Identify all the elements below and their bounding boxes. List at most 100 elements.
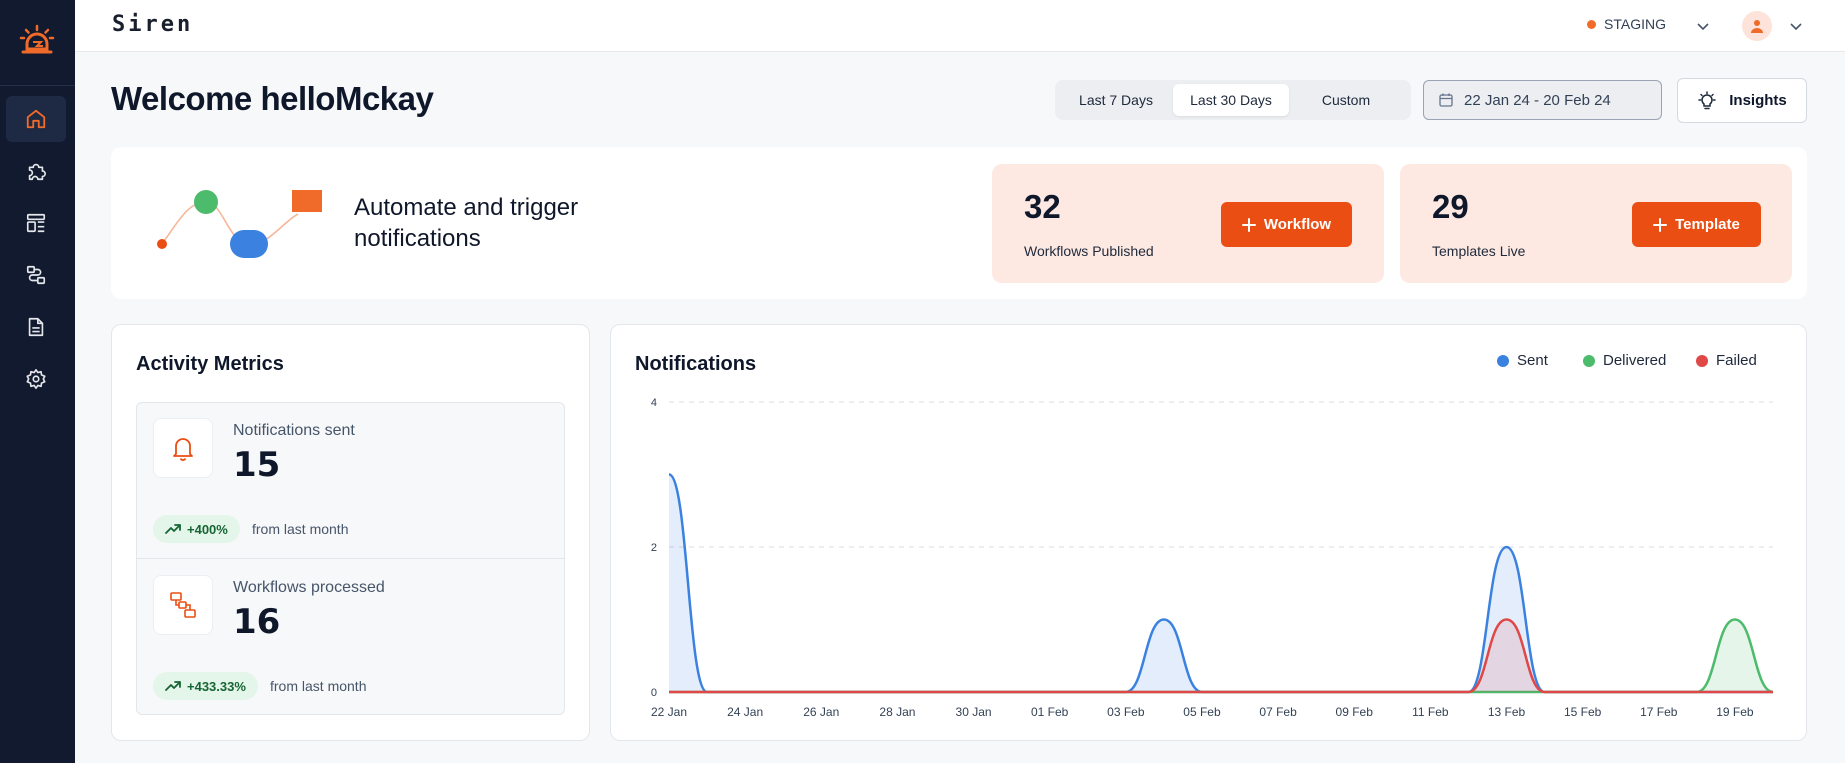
series-line-failed — [669, 618, 1773, 694]
sidebar-item-workflows[interactable] — [6, 252, 66, 298]
calendar-icon — [1439, 93, 1453, 107]
environment-selector[interactable]: STAGING — [1587, 16, 1666, 32]
workflow-icon — [170, 592, 196, 618]
metric-icon-box — [153, 418, 213, 478]
legend-label: Sent — [1517, 352, 1548, 369]
insights-button[interactable]: Insights — [1677, 78, 1807, 123]
environment-label: STAGING — [1604, 16, 1666, 32]
environment-status-dot — [1587, 19, 1596, 29]
lightbulb-icon — [1698, 90, 1716, 109]
legend-item-sent[interactable]: Sent — [1497, 352, 1548, 369]
chevron-down-icon[interactable] — [1695, 18, 1711, 34]
layout-icon — [26, 213, 46, 233]
activity-metrics-panel: Activity Metrics Notifications sent 15 +… — [111, 324, 590, 741]
y-tick-label: 0 — [651, 687, 657, 699]
sidebar-divider — [0, 85, 75, 86]
tab-custom[interactable]: Custom — [1289, 84, 1403, 116]
legend-label: Failed — [1716, 352, 1757, 369]
workflows-label: Workflows Published — [1024, 243, 1154, 259]
change-value: +433.33% — [187, 678, 246, 694]
workflow-icon — [26, 265, 46, 285]
change-caption: from last month — [270, 678, 367, 694]
x-tick-label: 17 Feb — [1640, 705, 1678, 719]
workflows-count: 32 — [1024, 188, 1061, 225]
trend-up-icon — [165, 524, 181, 534]
plus-icon — [1241, 217, 1256, 232]
avatar[interactable] — [1742, 11, 1772, 41]
x-tick-label: 22 Jan — [651, 705, 687, 719]
series-line-sent — [668, 473, 1773, 694]
legend-item-failed[interactable]: Failed — [1696, 352, 1757, 369]
x-tick-label: 09 Feb — [1336, 705, 1374, 719]
chevron-down-icon[interactable] — [1788, 18, 1804, 34]
legend-label: Delivered — [1603, 352, 1667, 369]
gear-icon — [26, 369, 46, 389]
sidebar-item-templates[interactable] — [6, 200, 66, 246]
series-area-failed — [669, 619, 1773, 692]
insights-label: Insights — [1729, 92, 1787, 109]
add-template-label: Template — [1675, 216, 1740, 233]
legend-item-delivered[interactable]: Delivered — [1583, 352, 1666, 369]
add-workflow-label: Workflow — [1263, 216, 1332, 233]
x-tick-label: 13 Feb — [1488, 705, 1526, 719]
x-tick-label: 03 Feb — [1107, 705, 1145, 719]
siren-logo-icon[interactable] — [18, 22, 56, 60]
change-caption: from last month — [252, 521, 349, 537]
add-template-button[interactable]: Template — [1632, 202, 1761, 247]
x-tick-label: 05 Feb — [1183, 705, 1221, 719]
x-tick-label: 24 Jan — [727, 705, 763, 719]
sidebar-item-settings[interactable] — [6, 356, 66, 402]
metric-notifications-sent: Notifications sent 15 +400% from last mo… — [137, 403, 564, 559]
series-area-sent — [669, 474, 1773, 692]
date-range-value: 22 Jan 24 - 20 Feb 24 — [1464, 91, 1611, 109]
legend-dot — [1583, 354, 1595, 367]
x-tick-label: 30 Jan — [956, 705, 992, 719]
change-badge: +433.33% — [153, 672, 258, 700]
home-icon — [26, 109, 46, 129]
sidebar-item-integrations[interactable] — [6, 148, 66, 194]
tab-last-30-days[interactable]: Last 30 Days — [1173, 84, 1289, 116]
sidebar-item-logs[interactable] — [6, 304, 66, 350]
metrics-list: Notifications sent 15 +400% from last mo… — [136, 402, 565, 715]
x-tick-label: 28 Jan — [879, 705, 915, 719]
metric-icon-box — [153, 575, 213, 635]
x-tick-label: 26 Jan — [803, 705, 839, 719]
templates-count: 29 — [1432, 188, 1469, 225]
add-workflow-button[interactable]: Workflow — [1221, 202, 1352, 247]
sidebar — [0, 0, 75, 763]
x-tick-label: 19 Feb — [1716, 705, 1754, 719]
banner-headline: Automate and trigger notifications — [354, 194, 579, 252]
overview-banner: Automate and trigger notifications 32 Wo… — [111, 147, 1807, 299]
notifications-title: Notifications — [635, 353, 757, 375]
automation-illustration — [157, 190, 322, 258]
series-line-delivered — [669, 618, 1774, 694]
date-range-picker[interactable]: 22 Jan 24 - 20 Feb 24 — [1423, 80, 1662, 120]
trend-up-icon — [165, 681, 181, 691]
workflows-stat-card: 32 Workflows Published Workflow — [992, 164, 1384, 283]
page-title: Welcome helloMckay — [111, 80, 434, 117]
y-tick-label: 4 — [651, 397, 657, 409]
x-tick-label: 01 Feb — [1031, 705, 1069, 719]
x-tick-label: 15 Feb — [1564, 705, 1602, 719]
templates-label: Templates Live — [1432, 243, 1526, 259]
user-icon — [1751, 20, 1763, 33]
x-tick-label: 11 Feb — [1412, 705, 1449, 719]
tab-last-7-days[interactable]: Last 7 Days — [1059, 84, 1173, 116]
notifications-panel: 0 2 4 22 Jan 24 Jan 26 Jan 28 Jan 30 Jan 01 Feb 0… — [610, 324, 1807, 741]
date-range-tabs: Last 7 Days Last 30 Days Custom — [1055, 80, 1411, 120]
plus-icon — [1653, 217, 1668, 232]
metric-workflows-processed: Workflows processed 16 +433.33% from las… — [137, 560, 564, 716]
brand-name[interactable]: Siren — [112, 12, 193, 37]
sidebar-item-home[interactable] — [6, 96, 66, 142]
notifications-chart: 0 2 4 22 Jan 24 Jan 26 Jan 28 Jan 30 Jan 01 Feb 0… — [651, 397, 1774, 719]
legend-dot — [1696, 354, 1708, 367]
change-badge: +400% — [153, 515, 240, 543]
metric-value: 16 — [233, 602, 281, 642]
y-tick-label: 2 — [651, 542, 657, 554]
templates-stat-card: 29 Templates Live Template — [1400, 164, 1792, 283]
metric-value: 15 — [233, 445, 281, 485]
metric-label: Notifications sent — [233, 422, 355, 439]
bell-icon — [173, 438, 193, 461]
series-area-delivered — [669, 619, 1773, 692]
change-value: +400% — [187, 521, 228, 537]
